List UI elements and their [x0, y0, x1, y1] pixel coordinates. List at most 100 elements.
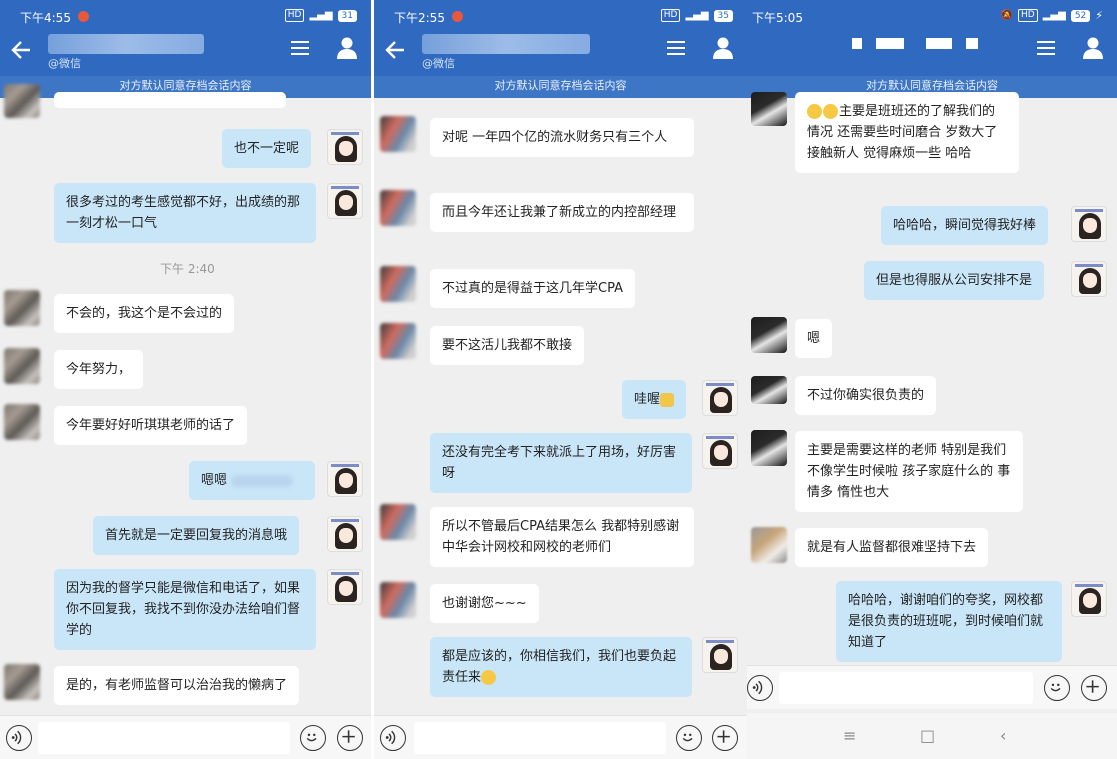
chat-screen-2: 下午2:55 HD ▂▄▆ 35 @微信 对方默认同意存档会话内容 对呢 一年四… [374, 0, 747, 759]
message-text: 哇喔 [634, 392, 661, 407]
contact-avatar [4, 404, 40, 440]
message-bubble-partial [54, 92, 286, 108]
smile-emoji [481, 670, 497, 685]
profile-icon[interactable] [1083, 37, 1103, 59]
voice-icon[interactable] [6, 725, 32, 751]
message-bubble: 哇喔 [622, 380, 687, 419]
message-bubble: 是的，有老师监督可以治治我的懒病了 [54, 666, 300, 705]
menu-icon[interactable] [1037, 40, 1055, 56]
my-avatar [702, 637, 738, 673]
contact-avatar [380, 323, 416, 359]
emoji-icon[interactable] [676, 725, 702, 751]
contact-avatar [4, 84, 40, 118]
message-bubble: 但是也得服从公司安排不是 [864, 261, 1045, 300]
plus-icon[interactable] [712, 725, 738, 751]
message-bubble: 很多考过的考生感觉都不好，出成绩的那一刻才松一口气 [54, 183, 316, 243]
message-bubble: 不会的，我这个是不会过的 [54, 294, 235, 333]
emoji-icon[interactable] [1044, 675, 1070, 701]
back-arrow-icon[interactable] [10, 37, 32, 63]
message-bubble: 都是应该的，你相信我们，我们也要负起责任来 [430, 637, 692, 697]
thumbs-up-emoji [660, 392, 675, 407]
chat-screen-3: 下午5:05 🔕 HD ▂▄▆ 52 ⚡ 对方默认同意存档会话内容 主要是班班还… [747, 0, 1117, 759]
menu-icon[interactable] [291, 40, 309, 56]
status-time: 下午2:55 [394, 11, 445, 25]
status-bar: 下午5:05 🔕 HD ▂▄▆ 52 ⚡ [747, 0, 1117, 30]
battery-indicator: 52 [1070, 9, 1091, 22]
message-bubble: 所以不管最后CPA结果怎么 我都特别感谢中华会计网校和网校的老师们 [430, 507, 694, 567]
message-text: 都是应该的，你相信我们，我们也要负起责任来 [442, 649, 677, 685]
mute-icon: 🔕 [1000, 10, 1014, 21]
contact-avatar [4, 290, 40, 326]
contact-avatar [4, 348, 40, 384]
message-bubble: 主要是需要这样的老师 特别是我们不像学生时候啦 孩子家庭什么的 事情多 惰性也大 [795, 431, 1023, 512]
contact-name-redacted [422, 34, 590, 54]
chat-screen-1: 下午4:55 HD ▂▄▆ 31 @微信 对方默认同意存档会话内容 也不一定呢 … [0, 0, 371, 759]
contact-avatar [751, 527, 787, 563]
status-time: 下午5:05 [752, 11, 803, 25]
plus-icon[interactable] [1081, 675, 1107, 701]
voice-icon[interactable] [380, 725, 406, 751]
message-bubble: 也谢谢您~~~ [430, 584, 539, 623]
contact-avatar [380, 582, 416, 618]
contact-avatar [380, 190, 416, 226]
input-bar [747, 665, 1117, 709]
home-icon[interactable]: □ [920, 726, 935, 745]
profile-icon[interactable] [713, 37, 733, 59]
my-avatar [327, 129, 363, 165]
message-bubble: 嗯 [795, 319, 833, 358]
contact-avatar [751, 376, 787, 404]
status-icons: HD ▂▄▆ 35 [660, 9, 733, 22]
charging-icon: ⚡ [1095, 9, 1103, 22]
hd-icon: HD [284, 9, 305, 22]
contact-avatar [380, 504, 416, 540]
message-bubble: 对呢 一年四个亿的流水财务只有三个人 [430, 118, 694, 157]
contact-avatar [380, 266, 416, 302]
message-timestamp: 下午 2:40 [160, 262, 215, 276]
contact-subtitle: @微信 [422, 57, 455, 70]
voice-icon[interactable] [747, 675, 773, 701]
message-bubble: 主要是班班还的了解我们的情况 还需要些时间磨合 岁数大了 接触新人 觉得麻烦一些… [795, 92, 1019, 173]
my-avatar [1071, 206, 1107, 242]
nav-bar: @微信 [374, 30, 747, 74]
contact-avatar [751, 317, 787, 353]
contact-name-redacted [852, 38, 982, 50]
my-avatar [702, 380, 738, 416]
my-avatar [1071, 261, 1107, 297]
signal-icon: ▂▄▆ [1042, 10, 1066, 21]
my-avatar [327, 516, 363, 552]
status-time: 下午4:55 [20, 11, 71, 25]
my-avatar [1071, 581, 1107, 617]
system-nav-bar: ≡ □ ‹ [747, 713, 1117, 759]
archive-notice: 对方默认同意存档会话内容 [374, 76, 747, 98]
message-bubble: 而且今年还让我兼了新成立的内控部经理 [430, 193, 694, 232]
battery-indicator: 35 [713, 9, 733, 22]
message-input[interactable] [38, 722, 290, 754]
chat-header: 下午5:05 🔕 HD ▂▄▆ 52 ⚡ 对方默认同意存档会话内容 [747, 0, 1117, 98]
menu-icon[interactable] [667, 40, 685, 56]
message-input[interactable] [779, 672, 1033, 704]
message-bubble: 今年要好好听琪琪老师的话了 [54, 406, 248, 445]
contact-avatar [4, 664, 40, 700]
status-icons: HD ▂▄▆ 31 [284, 9, 357, 22]
back-arrow-icon[interactable] [384, 37, 406, 63]
recents-icon[interactable]: ≡ [843, 726, 856, 745]
nav-bar: @微信 [0, 30, 371, 74]
contact-avatar [751, 430, 787, 466]
status-bar: 下午4:55 HD ▂▄▆ 31 [0, 0, 371, 30]
chat-header: 下午4:55 HD ▂▄▆ 31 @微信 对方默认同意存档会话内容 [0, 0, 371, 98]
chat-header: 下午2:55 HD ▂▄▆ 35 @微信 对方默认同意存档会话内容 [374, 0, 747, 98]
contact-avatar [751, 92, 787, 126]
input-bar [374, 715, 747, 759]
back-nav-icon[interactable]: ‹ [1000, 726, 1006, 745]
emoji-icon[interactable] [300, 725, 326, 751]
contact-subtitle: @微信 [48, 57, 81, 70]
profile-icon[interactable] [337, 37, 357, 59]
message-bubble: 首先就是一定要回复我的消息哦 [93, 516, 300, 555]
message-bubble: 今年努力， [54, 350, 144, 389]
message-bubble: 哈哈哈，谢谢咱们的夸奖，网校都是很负责的班班呢，到时候咱们就知道了 [836, 581, 1062, 662]
hd-icon: HD [1018, 9, 1038, 22]
message-bubble: 嗯嗯 [189, 461, 315, 500]
message-input[interactable] [414, 722, 666, 754]
plus-icon[interactable] [337, 725, 363, 751]
redacted-text [231, 474, 294, 487]
